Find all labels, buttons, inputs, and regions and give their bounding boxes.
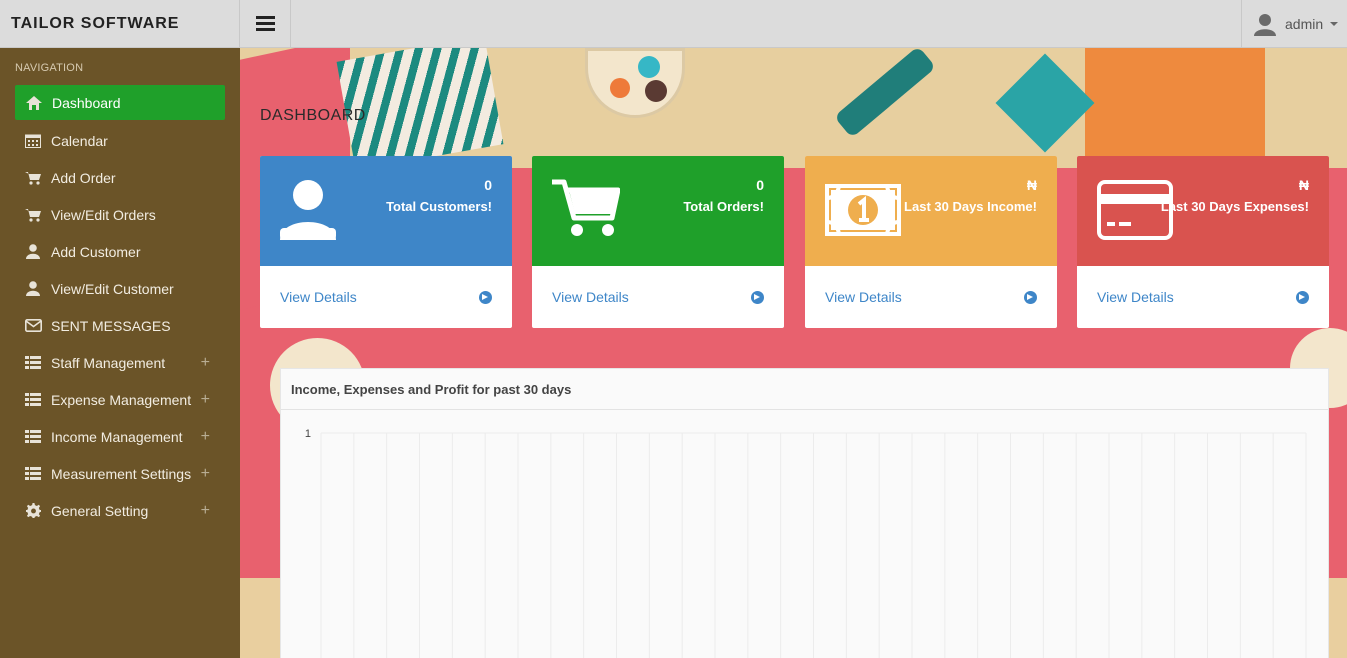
main-content: DASHBOARD 0 Total Customers! View Detail… — [240, 48, 1347, 658]
nav-list: Dashboard Calendar Add Order View/Edit Orde… — [0, 85, 240, 529]
chart-panel-title: Income, Expenses and Profit for past 30 … — [281, 369, 1328, 410]
view-details-label: View Details — [825, 289, 902, 305]
sidebar-item-label: Measurement Settings — [51, 465, 192, 482]
stat-card-customers: 0 Total Customers! View Details — [260, 156, 512, 328]
expand-plus-icon[interactable]: + — [201, 466, 210, 482]
background-decoration — [638, 56, 660, 78]
expand-plus-icon[interactable]: + — [201, 392, 210, 408]
card-header: ₦ Last 30 Days Income! — [805, 156, 1057, 266]
card-header: 0 Total Orders! — [532, 156, 784, 266]
card-label: Last 30 Days Expenses! — [1160, 199, 1309, 214]
sidebar-item-sent-messages[interactable]: SENT MESSAGES — [0, 307, 240, 344]
avatar — [1254, 14, 1276, 36]
user-menu[interactable]: admin — [1241, 0, 1347, 48]
background-button-plate — [585, 48, 685, 118]
sidebar-item-add-order[interactable]: Add Order — [0, 159, 240, 196]
sidebar-item-measurement-settings[interactable]: Measurement Settings + — [0, 455, 240, 492]
background-decoration — [645, 80, 667, 102]
expand-plus-icon[interactable]: + — [201, 503, 210, 519]
sidebar-item-label: View/Edit Customer — [51, 280, 174, 297]
background-spool — [833, 48, 937, 139]
view-details-link[interactable]: View Details — [805, 266, 1057, 328]
expand-plus-icon[interactable]: + — [201, 355, 210, 371]
y-tick-label: 1 — [305, 428, 311, 440]
hamburger-icon — [256, 16, 275, 32]
income-expense-chart: 1 — [305, 428, 1307, 658]
arrow-circle-right-icon — [1296, 290, 1309, 304]
sidebar-item-label: Add Customer — [51, 243, 141, 260]
sidebar-item-add-customer[interactable]: Add Customer — [0, 233, 240, 270]
page-title: DASHBOARD — [260, 107, 366, 124]
nav-heading: NAVIGATION — [15, 62, 84, 74]
view-details-link[interactable]: View Details — [260, 266, 512, 328]
arrow-circle-right-icon — [479, 290, 492, 304]
card-value: 0 — [484, 177, 492, 193]
stat-card-orders: 0 Total Orders! View Details — [532, 156, 784, 328]
top-bar: TAILOR SOFTWARE admin — [0, 0, 1347, 48]
view-details-label: View Details — [280, 289, 357, 305]
card-label: Total Orders! — [683, 199, 764, 214]
list-icon — [24, 466, 42, 482]
sidebar-item-dashboard[interactable]: Dashboard — [15, 85, 225, 120]
view-details-label: View Details — [1097, 289, 1174, 305]
user-icon — [280, 180, 336, 240]
money-icon — [825, 184, 901, 236]
card-label: Last 30 Days Income! — [904, 199, 1037, 214]
view-details-link[interactable]: View Details — [1077, 266, 1329, 328]
list-icon — [24, 355, 42, 371]
user-name: admin — [1285, 16, 1324, 32]
list-icon — [24, 392, 42, 408]
sidebar-item-label: Staff Management — [51, 354, 166, 371]
menu-toggle-button[interactable] — [241, 0, 291, 48]
stat-card-income: ₦ Last 30 Days Income! View Details — [805, 156, 1057, 328]
sidebar-item-staff-management[interactable]: Staff Management + — [0, 344, 240, 381]
home-icon — [25, 95, 43, 111]
sidebar-item-label: Dashboard — [52, 94, 121, 111]
card-value: 0 — [756, 177, 764, 193]
sidebar-item-label: Expense Management — [51, 391, 192, 408]
arrow-circle-right-icon — [751, 290, 764, 304]
sidebar-item-label: Income Management — [51, 428, 183, 445]
gear-icon — [24, 503, 42, 519]
cart-icon — [24, 207, 42, 223]
background-decoration — [610, 78, 630, 98]
stat-card-expenses: ₦ Last 30 Days Expenses! View Details — [1077, 156, 1329, 328]
card-header: ₦ Last 30 Days Expenses! — [1077, 156, 1329, 266]
card-label: Total Customers! — [386, 199, 492, 214]
sidebar-item-view-edit-customer[interactable]: View/Edit Customer — [0, 270, 240, 307]
cart-icon — [24, 170, 42, 186]
sidebar-item-expense-management[interactable]: Expense Management + — [0, 381, 240, 418]
sidebar: NAVIGATION Dashboard Calendar Add Order Vie… — [0, 48, 240, 658]
card-value: ₦ — [1026, 177, 1037, 193]
chevron-down-icon — [1330, 22, 1339, 26]
sidebar-item-label: SENT MESSAGES — [51, 317, 171, 334]
list-icon — [24, 429, 42, 445]
cart-icon — [552, 179, 620, 236]
sidebar-item-general-setting[interactable]: General Setting + — [0, 492, 240, 529]
card-header: 0 Total Customers! — [260, 156, 512, 266]
envelope-icon — [24, 318, 42, 334]
background-fabric — [1085, 48, 1265, 158]
sidebar-item-calendar[interactable]: Calendar — [0, 122, 240, 159]
view-details-link[interactable]: View Details — [532, 266, 784, 328]
user-icon — [24, 281, 42, 297]
sidebar-item-label: Add Order — [51, 169, 116, 186]
sidebar-item-view-edit-orders[interactable]: View/Edit Orders — [0, 196, 240, 233]
sidebar-item-label: General Setting — [51, 502, 149, 519]
sidebar-item-label: View/Edit Orders — [51, 206, 156, 223]
sidebar-item-income-management[interactable]: Income Management + — [0, 418, 240, 455]
calendar-icon — [24, 133, 42, 149]
arrow-circle-right-icon — [1024, 290, 1037, 304]
sidebar-item-label: Calendar — [51, 132, 108, 149]
expand-plus-icon[interactable]: + — [201, 429, 210, 445]
chart-panel: Income, Expenses and Profit for past 30 … — [280, 368, 1329, 658]
view-details-label: View Details — [552, 289, 629, 305]
user-icon — [24, 244, 42, 260]
brand-title[interactable]: TAILOR SOFTWARE — [0, 0, 240, 48]
card-value: ₦ — [1298, 177, 1309, 193]
background-fabric — [995, 53, 1095, 153]
